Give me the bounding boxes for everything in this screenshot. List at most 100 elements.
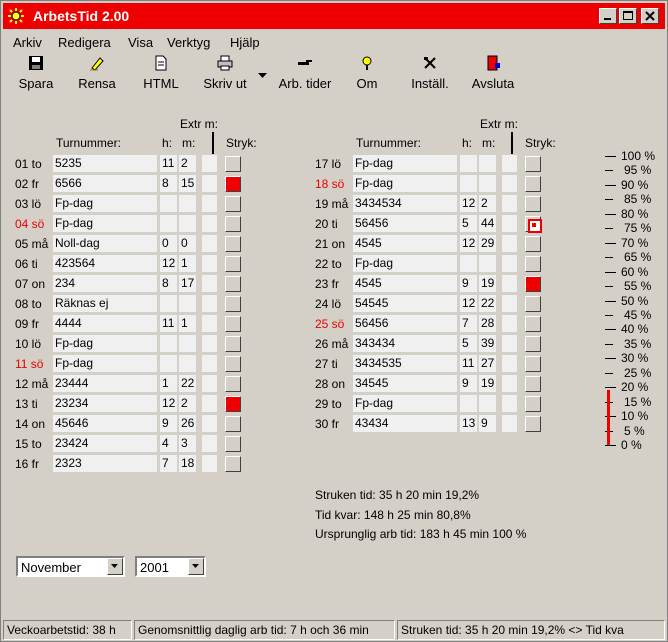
extra-minutes-field[interactable] bbox=[502, 235, 517, 252]
minutes-field[interactable]: 27 bbox=[479, 355, 496, 372]
turnummer-field[interactable]: Fp-dag bbox=[53, 335, 157, 352]
stryk-toggle[interactable] bbox=[225, 236, 241, 252]
extra-minutes-field[interactable] bbox=[502, 415, 517, 432]
stryk-toggle[interactable] bbox=[225, 156, 241, 172]
rensa-button[interactable]: Rensa bbox=[73, 55, 121, 95]
stryk-toggle[interactable] bbox=[525, 196, 541, 212]
extra-minutes-field[interactable] bbox=[502, 355, 517, 372]
stryk-toggle[interactable] bbox=[225, 196, 241, 212]
hours-field[interactable]: 12 bbox=[160, 395, 177, 412]
hours-field[interactable]: 11 bbox=[160, 315, 177, 332]
stryk-toggle[interactable] bbox=[525, 256, 541, 272]
extra-minutes-field[interactable] bbox=[202, 335, 217, 352]
spara-button[interactable]: Spara bbox=[13, 55, 59, 95]
turnummer-field[interactable]: Fp-dag bbox=[53, 355, 157, 372]
turnummer-field[interactable]: 23444 bbox=[53, 375, 157, 392]
stryk-toggle[interactable] bbox=[225, 316, 241, 332]
turnummer-field[interactable]: 6566 bbox=[53, 175, 157, 192]
turnummer-field[interactable]: 423564 bbox=[53, 255, 157, 272]
minutes-field[interactable]: 2 bbox=[179, 155, 196, 172]
turnummer-field[interactable]: Fp-dag bbox=[353, 155, 457, 172]
turnummer-field[interactable]: 4444 bbox=[53, 315, 157, 332]
turnummer-field[interactable]: Fp-dag bbox=[53, 195, 157, 212]
minutes-field[interactable] bbox=[479, 155, 496, 172]
extra-minutes-field[interactable] bbox=[202, 155, 217, 172]
close-button[interactable] bbox=[641, 8, 659, 24]
stryk-toggle[interactable] bbox=[525, 176, 541, 192]
avsluta-button[interactable]: Avsluta bbox=[469, 55, 517, 95]
hours-field[interactable]: 11 bbox=[160, 155, 177, 172]
stryk-toggle[interactable] bbox=[225, 296, 241, 312]
stryk-toggle[interactable] bbox=[225, 336, 241, 352]
extra-minutes-field[interactable] bbox=[502, 215, 517, 232]
turnummer-field[interactable]: Räknas ej bbox=[53, 295, 157, 312]
turnummer-field[interactable]: 4545 bbox=[353, 235, 457, 252]
hours-field[interactable] bbox=[160, 215, 177, 232]
stryk-toggle[interactable] bbox=[225, 176, 241, 192]
minutes-field[interactable]: 1 bbox=[179, 315, 196, 332]
minutes-field[interactable]: 44 bbox=[479, 215, 496, 232]
extra-minutes-field[interactable] bbox=[202, 215, 217, 232]
minutes-field[interactable]: 22 bbox=[179, 375, 196, 392]
stryk-toggle[interactable] bbox=[525, 216, 542, 233]
minutes-field[interactable]: 26 bbox=[179, 415, 196, 432]
hours-field[interactable]: 12 bbox=[460, 235, 477, 252]
hours-field[interactable]: 0 bbox=[160, 235, 177, 252]
extra-minutes-field[interactable] bbox=[502, 335, 517, 352]
month-select[interactable]: November bbox=[16, 556, 125, 577]
minutes-field[interactable]: 15 bbox=[179, 175, 196, 192]
extra-minutes-field[interactable] bbox=[202, 255, 217, 272]
hours-field[interactable]: 9 bbox=[160, 415, 177, 432]
hours-field[interactable] bbox=[160, 335, 177, 352]
turnummer-field[interactable]: 234 bbox=[53, 275, 157, 292]
minutes-field[interactable] bbox=[179, 195, 196, 212]
minutes-field[interactable] bbox=[179, 335, 196, 352]
hours-field[interactable] bbox=[460, 175, 477, 192]
hours-field[interactable] bbox=[460, 255, 477, 272]
menu-verktyg[interactable]: Verktyg bbox=[167, 35, 210, 50]
hours-field[interactable]: 12 bbox=[460, 195, 477, 212]
stryk-toggle[interactable] bbox=[225, 376, 241, 392]
hours-field[interactable]: 4 bbox=[160, 435, 177, 452]
hours-field[interactable]: 12 bbox=[460, 295, 477, 312]
minutes-field[interactable]: 17 bbox=[179, 275, 196, 292]
extra-minutes-field[interactable] bbox=[502, 275, 517, 292]
extra-minutes-field[interactable] bbox=[202, 455, 217, 472]
turnummer-field[interactable]: 45646 bbox=[53, 415, 157, 432]
turnummer-field[interactable]: 3434535 bbox=[353, 355, 457, 372]
stryk-toggle[interactable] bbox=[525, 316, 541, 332]
minutes-field[interactable] bbox=[179, 215, 196, 232]
hours-field[interactable] bbox=[160, 195, 177, 212]
stryk-toggle[interactable] bbox=[225, 256, 241, 272]
extra-minutes-field[interactable] bbox=[502, 375, 517, 392]
stryk-toggle[interactable] bbox=[225, 456, 241, 472]
stryk-toggle[interactable] bbox=[525, 336, 541, 352]
minutes-field[interactable] bbox=[479, 395, 496, 412]
extra-minutes-field[interactable] bbox=[202, 275, 217, 292]
year-select-button[interactable] bbox=[188, 558, 204, 575]
extra-minutes-field[interactable] bbox=[202, 415, 217, 432]
minutes-field[interactable]: 1 bbox=[179, 255, 196, 272]
stryk-toggle[interactable] bbox=[525, 296, 541, 312]
stryk-toggle[interactable] bbox=[225, 416, 241, 432]
hours-field[interactable]: 7 bbox=[160, 455, 177, 472]
turnummer-field[interactable]: 43434 bbox=[353, 415, 457, 432]
extra-minutes-field[interactable] bbox=[202, 235, 217, 252]
extra-minutes-field[interactable] bbox=[502, 315, 517, 332]
stryk-toggle[interactable] bbox=[225, 396, 241, 412]
minutes-field[interactable]: 22 bbox=[479, 295, 496, 312]
extra-minutes-field[interactable] bbox=[202, 395, 217, 412]
turnummer-field[interactable]: Fp-dag bbox=[353, 175, 457, 192]
menu-visa[interactable]: Visa bbox=[128, 35, 153, 50]
turnummer-field[interactable]: 56456 bbox=[353, 315, 457, 332]
turnummer-field[interactable]: 2323 bbox=[53, 455, 157, 472]
maximize-button[interactable] bbox=[619, 8, 637, 24]
stryk-toggle[interactable] bbox=[525, 416, 541, 432]
stryk-toggle[interactable] bbox=[225, 356, 241, 372]
hours-field[interactable]: 13 bbox=[460, 415, 477, 432]
extra-minutes-field[interactable] bbox=[502, 155, 517, 172]
extra-minutes-field[interactable] bbox=[202, 315, 217, 332]
minutes-field[interactable]: 29 bbox=[479, 235, 496, 252]
extra-minutes-field[interactable] bbox=[502, 195, 517, 212]
extra-minutes-field[interactable] bbox=[202, 195, 217, 212]
